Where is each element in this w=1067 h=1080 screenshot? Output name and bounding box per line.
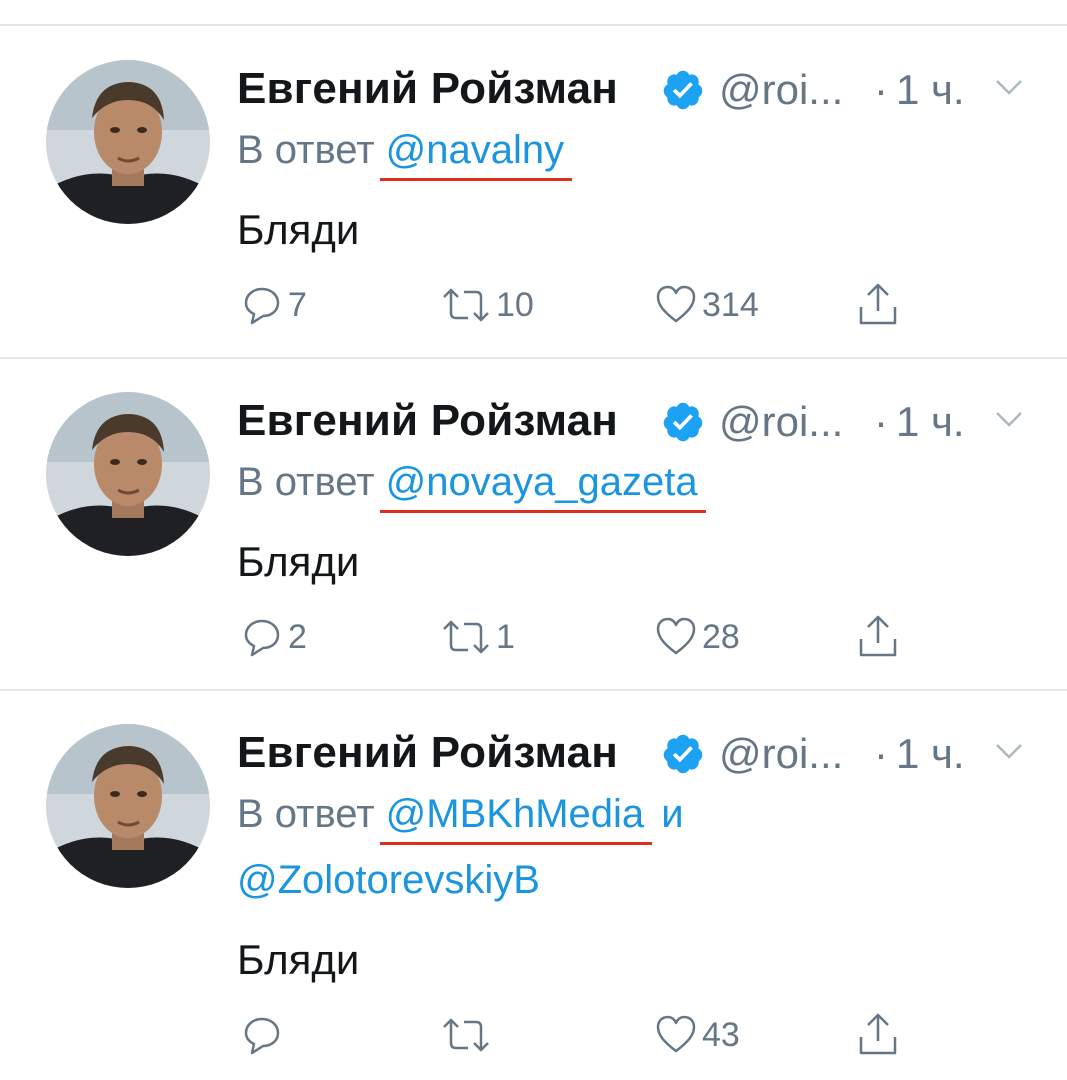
author-handle[interactable]: @roi... bbox=[719, 66, 843, 114]
tweet-text: Бляди bbox=[237, 538, 360, 585]
divider bbox=[0, 357, 1067, 359]
separator-dot: · bbox=[874, 398, 888, 445]
share-icon bbox=[859, 615, 897, 657]
reply-bubble-icon bbox=[244, 619, 280, 657]
reply-count: 2 bbox=[288, 617, 307, 656]
verified-badge-icon bbox=[661, 400, 705, 444]
author-handle[interactable]: @roi... bbox=[719, 730, 843, 778]
like-count: 28 bbox=[702, 617, 740, 656]
timestamp[interactable]: 1 ч. bbox=[896, 66, 965, 114]
reply-context: В ответ @MBKhMedia и bbox=[237, 792, 684, 845]
author-name[interactable]: Евгений Ройзман bbox=[237, 728, 618, 778]
separator-dot: · bbox=[874, 66, 888, 113]
like-button[interactable]: 43 bbox=[654, 1010, 740, 1060]
reply-bubble-icon bbox=[244, 1017, 280, 1055]
reply-conjunction: и bbox=[661, 792, 684, 836]
reply-context: В ответ @navalny bbox=[237, 128, 573, 181]
reply-bubble-icon bbox=[244, 287, 280, 325]
retweet-icon bbox=[443, 288, 489, 322]
tweet-header: Евгений Ройзман @roi... · 1 ч. bbox=[237, 58, 1027, 118]
mention-link[interactable]: @ZolotorevskiyB bbox=[237, 858, 540, 903]
reply-button[interactable]: 2 bbox=[240, 612, 307, 662]
like-count: 43 bbox=[702, 1015, 740, 1054]
tweet-actions: 2 1 28 bbox=[240, 612, 940, 662]
reply-prefix: В ответ bbox=[237, 460, 375, 504]
verified-badge-icon bbox=[661, 68, 705, 112]
divider bbox=[0, 689, 1067, 691]
share-icon bbox=[859, 283, 897, 325]
avatar-photo bbox=[46, 392, 210, 556]
mention-link[interactable]: @MBKhMedia bbox=[379, 792, 653, 845]
chevron-down-icon[interactable] bbox=[994, 76, 1024, 98]
annotation-underline bbox=[379, 842, 653, 845]
avatar[interactable] bbox=[46, 392, 210, 556]
avatar[interactable] bbox=[46, 724, 210, 888]
timestamp[interactable]: 1 ч. bbox=[896, 398, 965, 446]
retweet-button[interactable] bbox=[440, 1010, 496, 1060]
timestamp[interactable]: 1 ч. bbox=[896, 730, 965, 778]
tweet[interactable]: Евгений Ройзман @roi... · 1 ч. В ответ @… bbox=[0, 390, 1067, 690]
divider bbox=[0, 24, 1067, 26]
separator-dot: · bbox=[874, 730, 888, 777]
mention-link[interactable]: @novaya_gazeta bbox=[379, 460, 706, 513]
like-button[interactable]: 314 bbox=[654, 280, 759, 330]
like-button[interactable]: 28 bbox=[654, 612, 740, 662]
tweet-text: Бляди bbox=[237, 936, 360, 983]
verified-badge-icon bbox=[661, 732, 705, 776]
retweet-button[interactable]: 10 bbox=[440, 280, 534, 330]
share-button[interactable] bbox=[856, 612, 900, 662]
author-handle[interactable]: @roi... bbox=[719, 398, 843, 446]
reply-context: В ответ @novaya_gazeta bbox=[237, 460, 706, 513]
reply-button[interactable]: 7 bbox=[240, 280, 307, 330]
tweet-actions: 43 bbox=[240, 1010, 940, 1060]
tweet-header: Евгений Ройзман @roi... · 1 ч. bbox=[237, 722, 1027, 782]
chevron-down-icon[interactable] bbox=[994, 408, 1024, 430]
avatar-photo bbox=[46, 724, 210, 888]
share-icon bbox=[859, 1013, 897, 1055]
tweet-header: Евгений Ройзман @roi... · 1 ч. bbox=[237, 390, 1027, 450]
annotation-underline bbox=[379, 178, 573, 181]
tweet-text: Бляди bbox=[237, 206, 360, 253]
tweet-actions: 7 10 314 bbox=[240, 280, 940, 330]
tweet-feed: Евгений Ройзман @roi... · 1 ч. В ответ @… bbox=[0, 0, 1067, 1080]
retweet-count: 1 bbox=[496, 617, 515, 656]
reply-prefix: В ответ bbox=[237, 128, 375, 172]
avatar-photo bbox=[46, 60, 210, 224]
heart-icon bbox=[656, 617, 696, 655]
share-button[interactable] bbox=[856, 280, 900, 330]
reply-button[interactable] bbox=[240, 1010, 288, 1060]
retweet-count: 10 bbox=[496, 285, 534, 324]
reply-count: 7 bbox=[288, 285, 307, 324]
annotation-underline bbox=[379, 510, 706, 513]
retweet-icon bbox=[443, 620, 489, 654]
author-name[interactable]: Евгений Ройзман bbox=[237, 64, 618, 114]
reply-context-continued: @ZolotorevskiyB bbox=[237, 858, 540, 903]
like-count: 314 bbox=[702, 285, 759, 324]
retweet-button[interactable]: 1 bbox=[440, 612, 515, 662]
tweet[interactable]: Евгений Ройзман @roi... · 1 ч. В ответ @… bbox=[0, 722, 1067, 1080]
tweet[interactable]: Евгений Ройзман @roi... · 1 ч. В ответ @… bbox=[0, 58, 1067, 358]
heart-icon bbox=[656, 285, 696, 323]
chevron-down-icon[interactable] bbox=[994, 740, 1024, 762]
heart-icon bbox=[656, 1015, 696, 1053]
mention-link[interactable]: @navalny bbox=[379, 128, 573, 181]
share-button[interactable] bbox=[856, 1010, 900, 1060]
avatar[interactable] bbox=[46, 60, 210, 224]
retweet-icon bbox=[443, 1018, 489, 1052]
author-name[interactable]: Евгений Ройзман bbox=[237, 396, 618, 446]
reply-prefix: В ответ bbox=[237, 792, 375, 836]
